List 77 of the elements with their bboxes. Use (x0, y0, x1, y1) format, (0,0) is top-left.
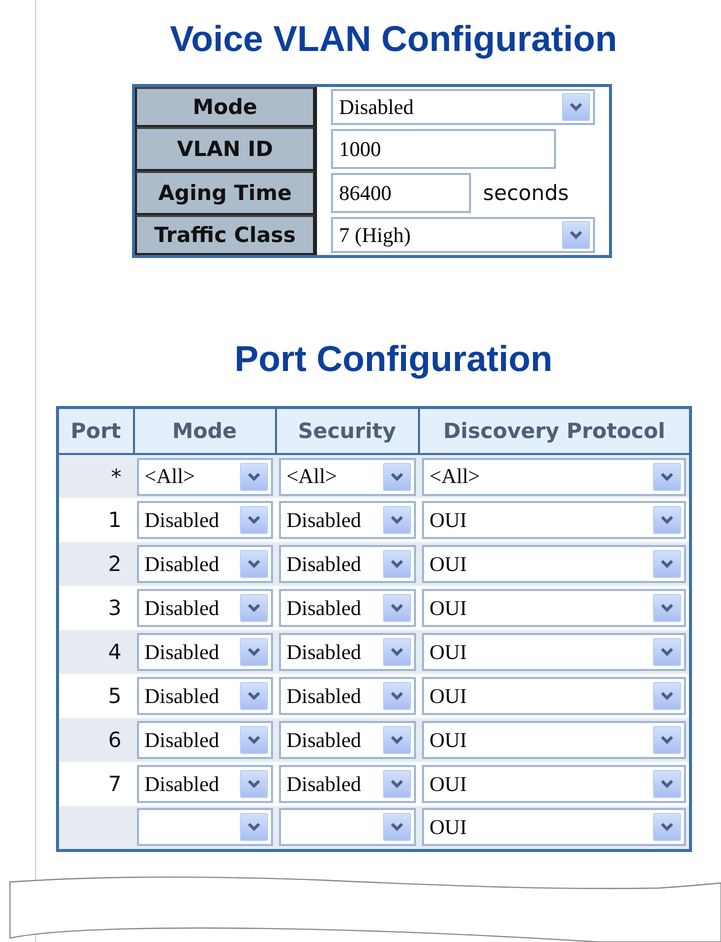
chevron-down-icon[interactable] (653, 770, 681, 798)
chevron-down-icon[interactable] (382, 726, 410, 754)
field-label: Aging Time (135, 171, 315, 215)
dropdown[interactable]: OUI (422, 545, 686, 583)
input-field[interactable]: 1000 (331, 129, 556, 169)
port-number: 6 (108, 728, 122, 752)
dropdown[interactable]: <All> (136, 458, 272, 496)
dropdown[interactable]: Disabled (278, 765, 416, 803)
chevron-down-icon[interactable] (653, 638, 681, 666)
dropdown[interactable]: Disabled (136, 633, 272, 671)
chevron-down-icon[interactable] (240, 462, 268, 490)
chevron-down-icon[interactable] (240, 726, 268, 754)
dropdown[interactable]: Disabled (136, 501, 272, 539)
chevron-down-icon[interactable] (653, 726, 681, 754)
port-number: 3 (108, 596, 122, 620)
chevron-down-icon[interactable] (382, 506, 410, 534)
chevron-down-icon[interactable] (382, 770, 410, 798)
chevron-down-icon[interactable] (653, 550, 681, 578)
port-number: 7 (108, 772, 122, 796)
column-header: Discovery Protocol (418, 408, 690, 454)
chevron-down-icon[interactable] (240, 638, 268, 666)
dropdown[interactable]: Disabled (278, 633, 416, 671)
dropdown[interactable]: OUI (422, 501, 686, 539)
field-label: Traffic Class (135, 215, 315, 255)
dropdown[interactable]: Disabled (278, 721, 416, 759)
dropdown[interactable]: OUI (422, 808, 686, 846)
dropdown[interactable]: 7 (High) (331, 217, 595, 253)
dropdown[interactable]: <All> (278, 458, 416, 496)
section-title: Voice VLAN Configuration (168, 18, 618, 60)
chevron-down-icon[interactable] (562, 221, 590, 249)
dropdown[interactable]: OUI (422, 765, 686, 803)
dropdown[interactable]: Disabled (136, 721, 272, 759)
chevron-down-icon[interactable] (240, 813, 268, 842)
port-number: 5 (108, 684, 122, 708)
dropdown[interactable]: OUI (422, 677, 686, 715)
dropdown[interactable]: OUI (422, 589, 686, 627)
dropdown[interactable]: Disabled (136, 677, 272, 715)
port-number: 1 (108, 508, 122, 532)
dropdown[interactable]: OUI (422, 633, 686, 671)
unit-label: seconds (483, 181, 569, 205)
chevron-down-icon[interactable] (653, 813, 681, 842)
chevron-down-icon[interactable] (653, 462, 681, 490)
dropdown[interactable]: Disabled (136, 545, 272, 583)
column-header: Mode (134, 408, 276, 454)
chevron-down-icon[interactable] (382, 638, 410, 666)
chevron-down-icon[interactable] (653, 594, 681, 622)
chevron-down-icon[interactable] (382, 594, 410, 622)
dropdown[interactable]: Disabled (278, 677, 416, 715)
dropdown[interactable]: <All> (422, 458, 686, 496)
dropdown[interactable]: OUI (422, 721, 686, 759)
column-header: Port (58, 408, 134, 454)
section-title: Port Configuration (234, 338, 554, 380)
port-number: 2 (108, 552, 122, 576)
field-label: VLAN ID (135, 127, 315, 171)
chevron-down-icon[interactable] (562, 93, 590, 121)
dropdown[interactable]: Disabled (278, 545, 416, 583)
port-number: * (111, 464, 122, 488)
chevron-down-icon[interactable] (240, 770, 268, 798)
chevron-down-icon[interactable] (382, 550, 410, 578)
chevron-down-icon[interactable] (653, 682, 681, 710)
input-field[interactable]: 86400 (331, 173, 471, 213)
chevron-down-icon[interactable] (382, 462, 410, 490)
dropdown[interactable]: Disabled (331, 89, 595, 125)
dropdown[interactable]: Disabled (136, 589, 272, 627)
chevron-down-icon[interactable] (240, 682, 268, 710)
chevron-down-icon[interactable] (240, 594, 268, 622)
column-header: Security (276, 408, 418, 454)
field-label: Mode (135, 87, 315, 127)
dropdown[interactable]: Disabled (278, 501, 416, 539)
chevron-down-icon[interactable] (240, 506, 268, 534)
port-number: 4 (108, 640, 122, 664)
chevron-down-icon[interactable] (240, 550, 268, 578)
chevron-down-icon[interactable] (382, 813, 410, 842)
chevron-down-icon[interactable] (653, 506, 681, 534)
dropdown[interactable]: Disabled (278, 589, 416, 627)
chevron-down-icon[interactable] (382, 682, 410, 710)
dropdown[interactable]: Disabled (136, 765, 272, 803)
